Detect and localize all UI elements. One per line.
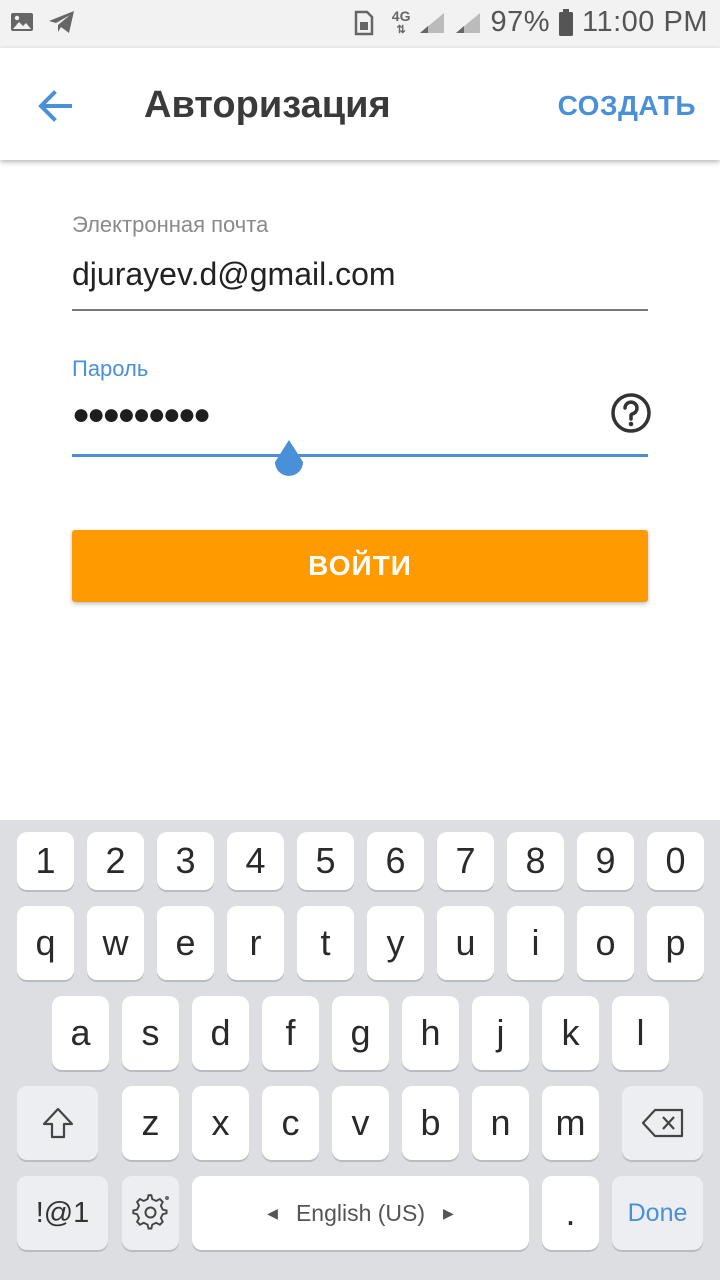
image-icon	[11, 13, 33, 31]
question-circle-icon[interactable]	[610, 392, 652, 434]
key-3[interactable]: 3	[157, 832, 214, 890]
backspace-icon	[641, 1108, 683, 1138]
key-4[interactable]: 4	[227, 832, 284, 890]
back-button[interactable]	[28, 78, 84, 134]
data-arrows-icon: ⇅	[396, 23, 406, 36]
gear-icon	[131, 1194, 169, 1230]
shift-key[interactable]	[17, 1086, 98, 1160]
text-cursor-handle[interactable]	[269, 438, 309, 488]
status-bar: 4G ⇅ 97% 11:00 PM	[0, 0, 720, 48]
key-k[interactable]: k	[542, 996, 599, 1070]
password-underline	[72, 454, 648, 457]
done-key[interactable]: Done	[612, 1176, 703, 1250]
key-2[interactable]: 2	[87, 832, 144, 890]
key-g[interactable]: g	[332, 996, 389, 1070]
battery-icon	[559, 8, 574, 36]
key-8[interactable]: 8	[507, 832, 564, 890]
sim-icon	[354, 10, 374, 35]
key-c[interactable]: c	[262, 1086, 319, 1160]
clock: 11:00 PM	[582, 6, 708, 38]
language-right-arrow-icon: ▶	[443, 1204, 454, 1221]
keyboard: 1 2 3 4 5 6 7 8 9 0 q w e r t y u i o p …	[0, 820, 720, 1280]
key-v[interactable]: v	[332, 1086, 389, 1160]
key-t[interactable]: t	[297, 906, 354, 980]
key-i[interactable]: i	[507, 906, 564, 980]
key-q[interactable]: q	[17, 906, 74, 980]
key-s[interactable]: s	[122, 996, 179, 1070]
email-underline	[72, 309, 648, 311]
key-y[interactable]: y	[367, 906, 424, 980]
key-0[interactable]: 0	[647, 832, 704, 890]
arrow-back-icon	[38, 90, 72, 122]
period-key[interactable]: .	[542, 1176, 599, 1250]
key-j[interactable]: j	[472, 996, 529, 1070]
key-m[interactable]: m	[542, 1086, 599, 1160]
space-language-label: English (US)	[295, 1199, 426, 1226]
key-6[interactable]: 6	[367, 832, 424, 890]
create-account-button[interactable]: СОЗДАТЬ	[558, 90, 696, 122]
page-title: Авторизация	[144, 84, 391, 126]
key-h[interactable]: h	[402, 996, 459, 1070]
language-left-arrow-icon: ◀	[267, 1204, 278, 1221]
key-r[interactable]: r	[227, 906, 284, 980]
key-d[interactable]: d	[192, 996, 249, 1070]
password-label: Пароль	[72, 356, 149, 381]
email-field[interactable]: djurayev.d@gmail.com	[72, 256, 396, 293]
key-o[interactable]: o	[577, 906, 634, 980]
key-w[interactable]: w	[87, 906, 144, 980]
app-bar: Авторизация СОЗДАТЬ	[0, 48, 720, 160]
key-a[interactable]: a	[52, 996, 109, 1070]
key-7[interactable]: 7	[437, 832, 494, 890]
key-f[interactable]: f	[262, 996, 319, 1070]
key-e[interactable]: e	[157, 906, 214, 980]
backspace-key[interactable]	[622, 1086, 703, 1160]
symbols-key[interactable]: !@1	[17, 1176, 108, 1250]
key-b[interactable]: b	[402, 1086, 459, 1160]
key-5[interactable]: 5	[297, 832, 354, 890]
keyboard-settings-key[interactable]	[122, 1176, 179, 1250]
key-p[interactable]: p	[647, 906, 704, 980]
email-label: Электронная почта	[72, 212, 269, 237]
key-9[interactable]: 9	[577, 832, 634, 890]
battery-percent: 97%	[490, 6, 551, 38]
key-z[interactable]: z	[122, 1086, 179, 1160]
key-l[interactable]: l	[612, 996, 669, 1070]
key-x[interactable]: x	[192, 1086, 249, 1160]
signal-icon-2	[456, 12, 481, 33]
space-key[interactable]: ◀ English (US) ▶	[192, 1176, 529, 1250]
key-n[interactable]: n	[472, 1086, 529, 1160]
key-1[interactable]: 1	[17, 832, 74, 890]
password-field[interactable]: ●●●●●●●●●	[72, 398, 211, 432]
key-u[interactable]: u	[437, 906, 494, 980]
login-button[interactable]: ВОЙТИ	[72, 530, 648, 602]
shift-arrow-icon	[42, 1107, 73, 1139]
telegram-icon	[49, 11, 74, 33]
signal-icon	[420, 12, 445, 33]
network-type: 4G	[391, 7, 411, 24]
